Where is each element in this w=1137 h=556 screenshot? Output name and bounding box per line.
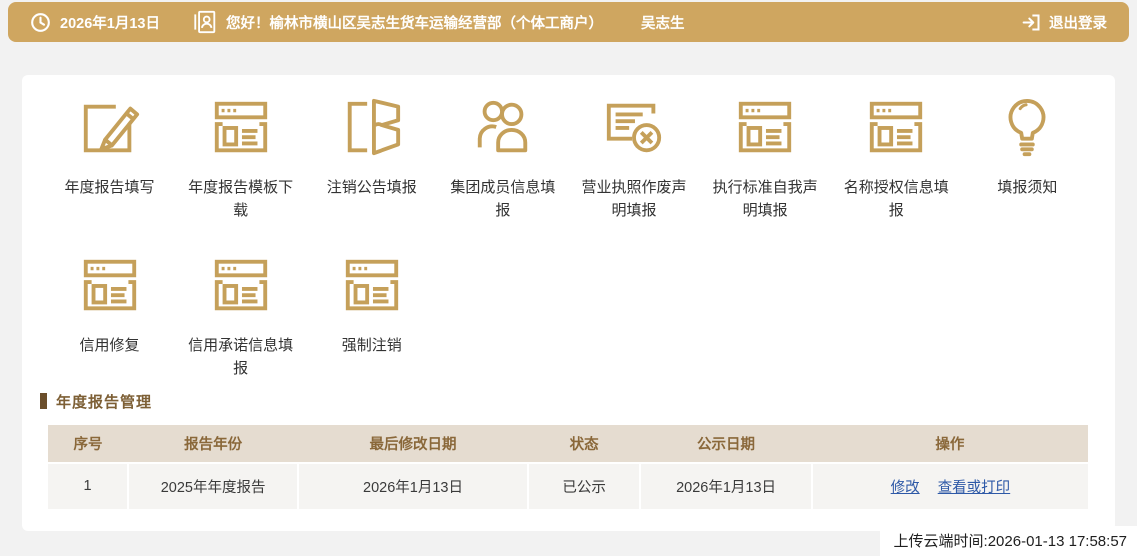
menu-item-label: 信用修复 (79, 337, 140, 354)
annual-report-table: 序号 报告年份 最后修改日期 状态 公示日期 操作 1 2025年年度报告 20… (48, 424, 1088, 509)
cell-report-year: 2025年年度报告 (127, 461, 299, 509)
column-header-publish-date: 公示日期 (640, 424, 812, 463)
group-members-icon (471, 95, 535, 159)
table-row: 1 2025年年度报告 2026年1月13日 已公示 2026年1月13日 修改… (48, 461, 1088, 509)
name-authorization-icon (864, 95, 928, 159)
menu-item-filing-notice[interactable]: 填报须知 (962, 93, 1093, 251)
license-void-icon (602, 95, 666, 159)
id-badge-icon (194, 10, 216, 34)
menu-item-label: 营业执照作废声明填报 (581, 179, 687, 220)
cell-publish-date: 2026年1月13日 (639, 461, 812, 509)
clock-icon (30, 12, 51, 33)
credit-repair-icon (78, 253, 142, 317)
column-header-modified: 最后修改日期 (298, 424, 528, 463)
lightbulb-icon (995, 95, 1059, 159)
menu-item-standards-declaration[interactable]: 执行标准自我声明填报 (700, 93, 831, 251)
column-header-status: 状态 (527, 424, 641, 463)
menu-item-group-members[interactable]: 集团成员信息填报 (437, 93, 568, 251)
topbar: 2026年1月13日 您好！榆林市横山区吴志生货车运输经营部（个体工商户） 吴志… (8, 2, 1129, 42)
menu-item-forced-cancellation[interactable]: 强制注销 (306, 251, 437, 381)
topbar-greeting: 您好！榆林市横山区吴志生货车运输经营部（个体工商户） (225, 15, 603, 32)
view-or-print-link[interactable]: 查看或打印 (938, 480, 1011, 496)
menu-item-label: 注销公告填报 (326, 179, 417, 196)
topbar-date: 2026年1月13日 (60, 15, 160, 32)
table-header-row: 序号 报告年份 最后修改日期 状态 公示日期 操作 (48, 424, 1088, 463)
cancellation-notice-icon (340, 95, 404, 159)
credit-commitment-icon (209, 253, 273, 317)
menu-item-label: 信用承诺信息填报 (188, 337, 294, 378)
menu-item-label: 填报须知 (997, 179, 1058, 196)
menu-item-cancellation-notice[interactable]: 注销公告填报 (306, 93, 437, 251)
column-header-actions: 操作 (811, 424, 1088, 463)
logout-label: 退出登录 (1049, 15, 1107, 32)
menu-item-name-authorization[interactable]: 名称授权信息填报 (831, 93, 962, 251)
template-download-icon (209, 95, 273, 159)
annual-report-section-header: 年度报告管理 (40, 391, 1115, 412)
column-header-seq: 序号 (48, 424, 129, 463)
section-bar (40, 393, 47, 409)
cell-actions: 修改 查看或打印 (810, 461, 1088, 509)
menu-item-credit-commitment[interactable]: 信用承诺信息填报 (175, 251, 306, 381)
logout-button[interactable]: 退出登录 (1014, 12, 1107, 33)
column-header-year: 报告年份 (128, 424, 299, 463)
cell-status: 已公示 (526, 461, 641, 509)
menu-item-label: 年度报告填写 (64, 179, 155, 196)
logout-icon (1021, 12, 1042, 33)
menu-item-license-void[interactable]: 营业执照作废声明填报 (569, 93, 700, 251)
menu-item-annual-report-fill[interactable]: 年度报告填写 (44, 93, 175, 251)
menu-item-label: 名称授权信息填报 (843, 179, 949, 220)
edit-icon (78, 95, 142, 159)
menu-item-label: 执行标准自我声明填报 (712, 179, 818, 220)
menu-item-label: 强制注销 (341, 337, 402, 354)
cell-modified-date: 2026年1月13日 (297, 461, 528, 509)
menu-grid: 年度报告填写 年度报告模板下载 注销公告填报 集团成员信息填报 营业执照作废声明… (22, 75, 1115, 381)
forced-cancellation-icon (340, 253, 404, 317)
topbar-username: 吴志生 (640, 15, 685, 32)
cell-seq: 1 (48, 461, 129, 509)
cloud-upload-timestamp: 上传云端时间:2026-01-13 17:58:57 (879, 526, 1137, 556)
standards-declaration-icon (733, 95, 797, 159)
modify-link[interactable]: 修改 (891, 480, 920, 496)
menu-item-template-download[interactable]: 年度报告模板下载 (175, 93, 306, 251)
section-title: 年度报告管理 (56, 393, 153, 411)
menu-item-label: 集团成员信息填报 (450, 179, 556, 220)
menu-item-label: 年度报告模板下载 (188, 179, 294, 220)
main-panel: 年度报告填写 年度报告模板下载 注销公告填报 集团成员信息填报 营业执照作废声明… (22, 75, 1115, 531)
menu-item-credit-repair[interactable]: 信用修复 (44, 251, 175, 381)
